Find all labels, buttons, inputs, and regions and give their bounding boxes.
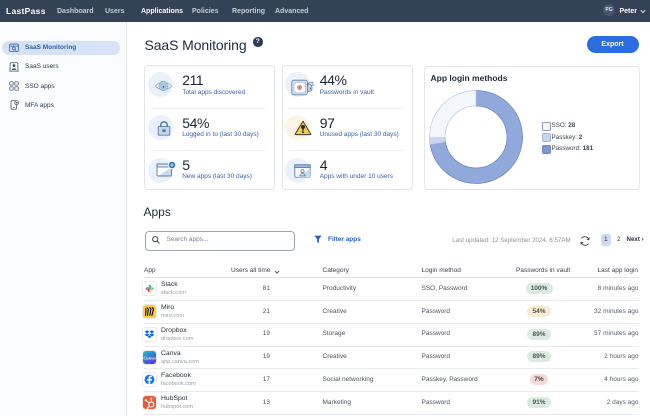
svg-text:Canva: Canva: [143, 355, 156, 360]
